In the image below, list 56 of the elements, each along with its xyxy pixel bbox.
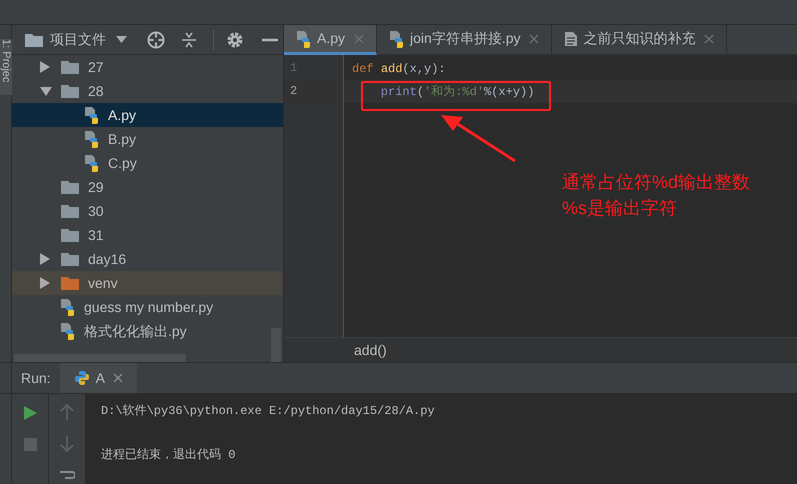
python-logo-icon bbox=[74, 370, 90, 386]
run-icon[interactable] bbox=[23, 406, 37, 420]
close-icon[interactable] bbox=[112, 373, 123, 383]
python-file-icon bbox=[60, 322, 76, 340]
tree-item[interactable]: 29 bbox=[12, 175, 283, 199]
python-file-icon bbox=[84, 130, 100, 148]
annotation-text: 通常占位符%d输出整数 bbox=[562, 171, 750, 194]
tree-item[interactable]: guess my number.py bbox=[12, 295, 283, 319]
collapse-arrow-icon[interactable] bbox=[40, 277, 52, 289]
tree-item[interactable]: 27 bbox=[12, 55, 283, 79]
tree-item[interactable]: 30 bbox=[12, 199, 283, 223]
breadcrumb[interactable]: add() bbox=[354, 340, 387, 360]
tree-item[interactable]: B.py bbox=[12, 127, 283, 151]
folder-icon bbox=[60, 83, 80, 99]
tree-item[interactable]: 28 bbox=[12, 79, 283, 103]
folder-icon bbox=[60, 275, 80, 291]
collapse-all-icon[interactable] bbox=[181, 32, 197, 48]
document-icon bbox=[564, 30, 578, 46]
tool-window-tab[interactable]: 1: Projec bbox=[0, 39, 12, 95]
panel-title[interactable]: 项目文件 bbox=[50, 29, 106, 50]
tree-item[interactable]: A.py bbox=[12, 103, 283, 127]
folder-icon bbox=[60, 227, 80, 243]
expand-arrow-icon[interactable] bbox=[40, 86, 52, 96]
folder-icon bbox=[60, 179, 80, 195]
folder-icon bbox=[60, 251, 80, 267]
folder-icon bbox=[24, 32, 44, 48]
folder-icon bbox=[60, 59, 80, 75]
target-icon[interactable] bbox=[147, 30, 165, 48]
python-file-icon bbox=[296, 30, 312, 48]
collapse-arrow-icon[interactable] bbox=[40, 253, 52, 265]
vertical-scrollbar bbox=[271, 328, 281, 362]
python-file-icon bbox=[60, 298, 76, 316]
tree-item[interactable]: C.py bbox=[12, 151, 283, 175]
editor-tab[interactable]: join字符串拼接.py bbox=[377, 25, 552, 55]
collapse-arrow-icon[interactable] bbox=[40, 61, 52, 73]
tree-item[interactable]: 格式化化输出.py bbox=[12, 319, 283, 343]
editor-tab[interactable]: 之前只知识的补充 bbox=[552, 25, 728, 55]
tree-item[interactable]: day16 bbox=[12, 247, 283, 271]
folder-icon bbox=[60, 203, 80, 219]
close-icon[interactable] bbox=[529, 34, 540, 44]
python-file-icon bbox=[389, 30, 406, 48]
close-icon[interactable] bbox=[704, 34, 714, 44]
console-output-line: 进程已结束，退出代码 0 bbox=[101, 447, 236, 464]
tree-item[interactable]: venv bbox=[12, 271, 283, 295]
python-file-icon bbox=[84, 154, 100, 172]
settings-icon[interactable] bbox=[226, 30, 244, 48]
dropdown-caret-icon[interactable] bbox=[116, 36, 127, 43]
run-label: Run: bbox=[20, 368, 52, 388]
console-output-line: D:\软件\py36\python.exe E:/python/day15/28/A.py bbox=[101, 403, 436, 420]
tree-item[interactable]: 31 bbox=[12, 223, 283, 247]
annotation-text: %s是输出字符 bbox=[562, 197, 678, 220]
editor-tab[interactable]: A.py bbox=[284, 25, 378, 55]
minimize-icon[interactable] bbox=[262, 38, 278, 42]
python-file-icon bbox=[84, 106, 100, 124]
soft-wrap-icon[interactable] bbox=[59, 470, 75, 480]
run-tab[interactable]: A bbox=[60, 363, 137, 393]
